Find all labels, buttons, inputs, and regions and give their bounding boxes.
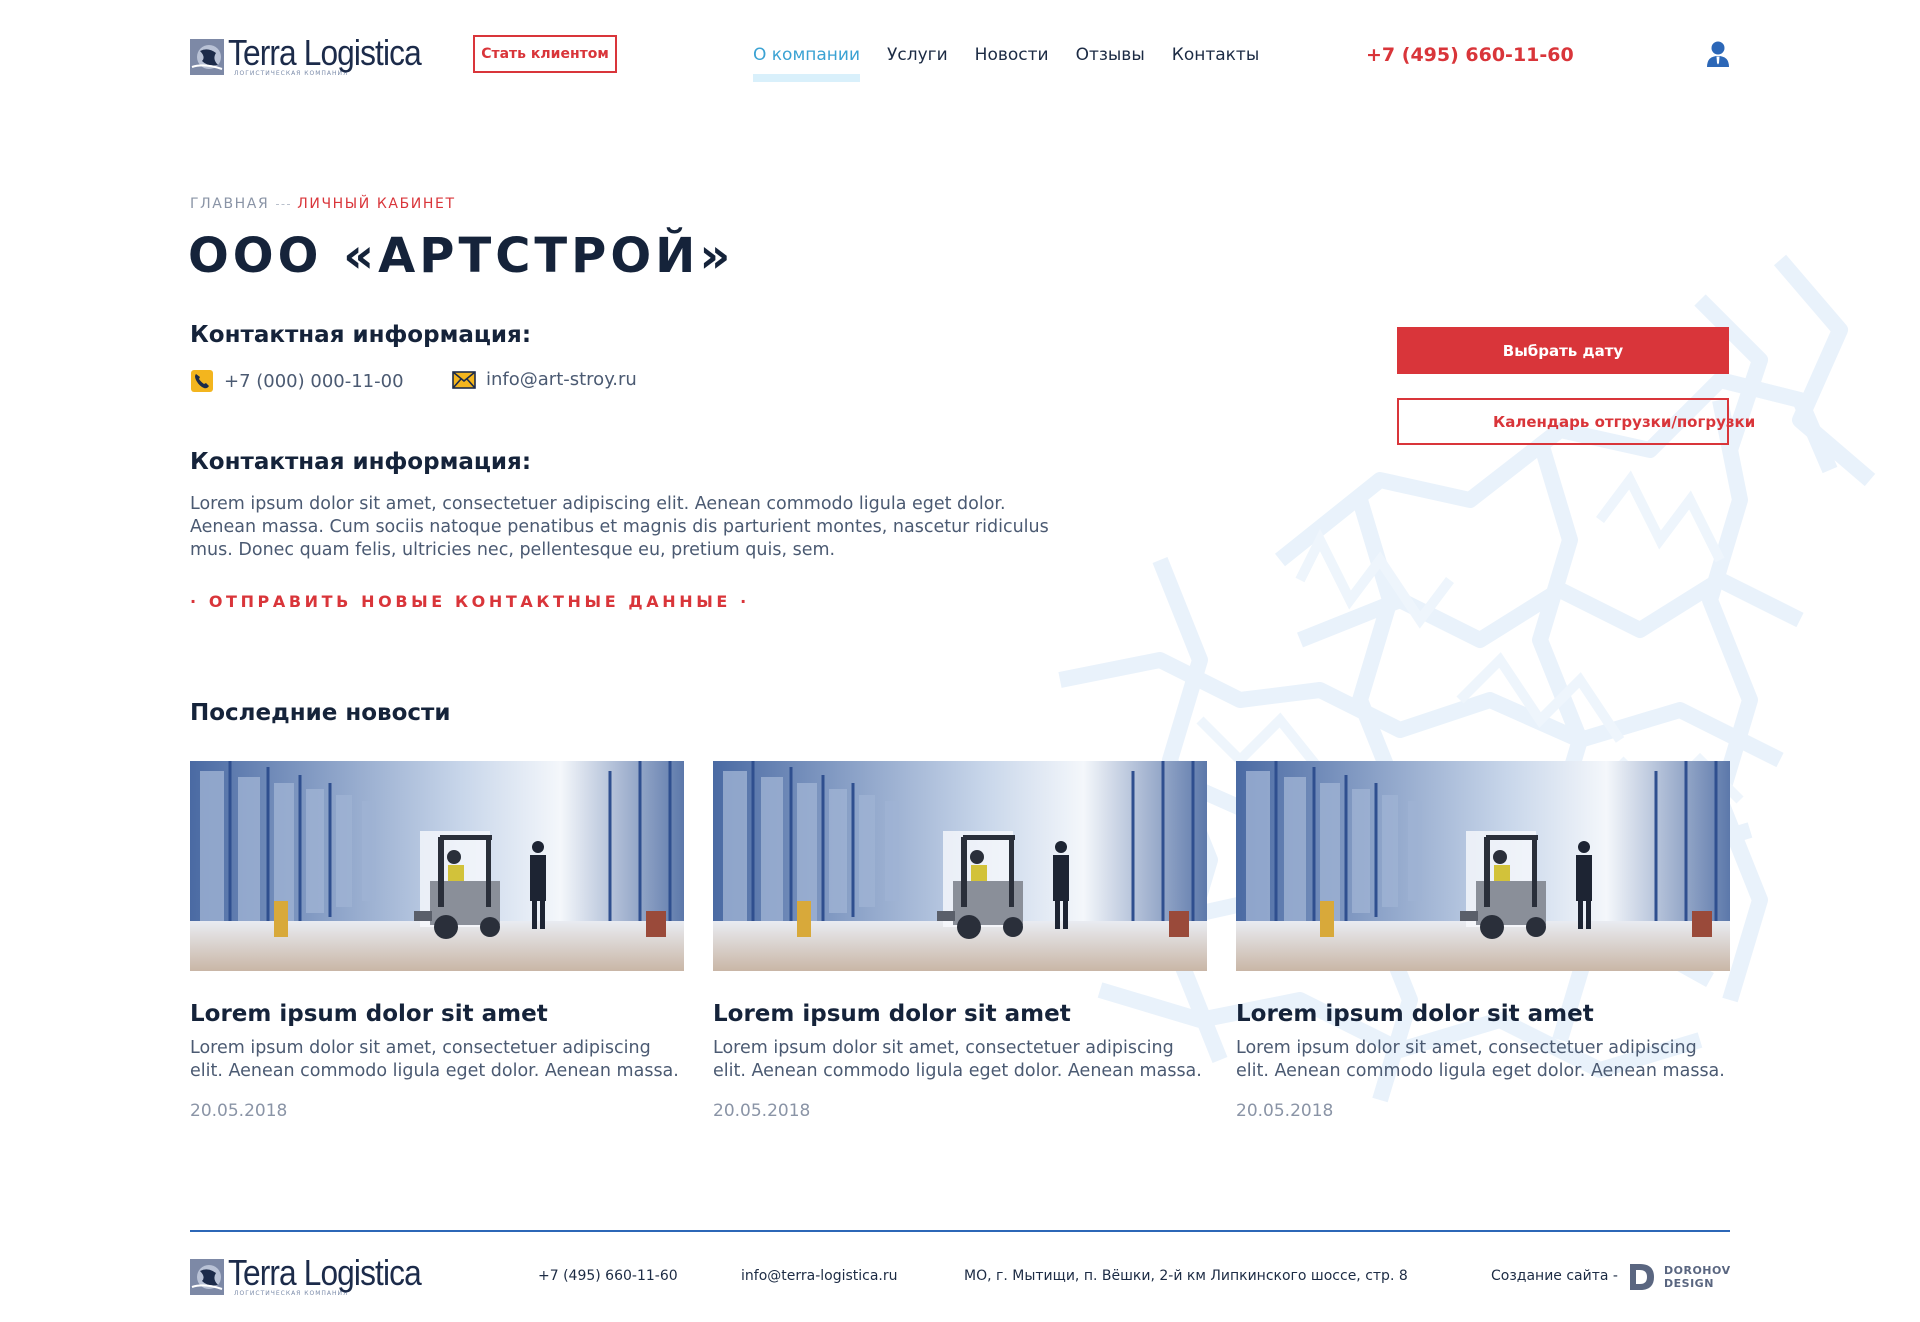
news-card[interactable]: Lorem ipsum dolor sit amet Lorem ipsum d… (1236, 761, 1730, 1121)
news-heading: Последние новости (190, 700, 451, 726)
news-title[interactable]: Lorem ipsum dolor sit amet (713, 1001, 1207, 1027)
news-card[interactable]: Lorem ipsum dolor sit amet Lorem ipsum d… (713, 761, 1207, 1121)
news-text: Lorem ipsum dolor sit amet, consectetuer… (1236, 1038, 1725, 1081)
breadcrumb-current: ЛИЧНЫЙ КАБИНЕТ (297, 196, 456, 212)
logo-name: Terra Logistica (228, 1252, 422, 1293)
nav-item-contacts[interactable]: Контакты (1172, 45, 1260, 65)
footer-address: МО, г. Мытищи, п. Вёшки, 2-й км Липкинск… (964, 1268, 1408, 1284)
news-image (190, 761, 684, 971)
contact-phone: +7 (000) 000-11-00 (190, 369, 404, 393)
nav-item-services[interactable]: Услуги (887, 45, 948, 65)
news-title[interactable]: Lorem ipsum dolor sit amet (1236, 1001, 1730, 1027)
nav-item-news[interactable]: Новости (975, 45, 1049, 65)
page-title: ООО «АРТСТРОЙ» (188, 228, 735, 284)
contacts-heading: Контактная информация: (190, 322, 532, 348)
become-client-button[interactable]: Стать клиентом (473, 35, 617, 73)
phone-icon (191, 370, 213, 392)
news-title[interactable]: Lorem ipsum dolor sit amet (190, 1001, 684, 1027)
news-card[interactable]: Lorem ipsum dolor sit amet Lorem ipsum d… (190, 761, 684, 1121)
news-image (713, 761, 1207, 971)
breadcrumb-separator (276, 203, 291, 205)
breadcrumb-home[interactable]: ГЛАВНАЯ (190, 196, 269, 212)
calendar-button[interactable]: Календарь отгрузки/погрузки (1397, 398, 1755, 445)
about-heading: Контактная информация: (190, 449, 532, 475)
logo-name: Terra Logistica (228, 32, 422, 73)
footer-phone[interactable]: +7 (495) 660-11-60 (538, 1268, 678, 1284)
send-contacts-link[interactable]: · ОТПРАВИТЬ НОВЫЕ КОНТАКТНЫЕ ДАННЫЕ · (190, 592, 750, 611)
studio-name-line2: DESIGN (1664, 1277, 1714, 1290)
news-text: Lorem ipsum dolor sit amet, consectetuer… (190, 1038, 679, 1081)
about-text: Lorem ipsum dolor sit amet, consectetuer… (190, 494, 1049, 560)
news-image (1236, 761, 1730, 971)
breadcrumb: ГЛАВНАЯ ЛИЧНЫЙ КАБИНЕТ (190, 196, 456, 212)
footer-credit: Создание сайта - (1491, 1268, 1618, 1284)
studio-name-line1: DOROHOV (1664, 1264, 1731, 1277)
header-logo[interactable]: Terra Logistica ЛОГИСТИЧЕСКАЯ КОМПАНИЯ (190, 32, 447, 77)
globe-logo-icon (190, 38, 224, 75)
dorohov-design-link[interactable]: DOROHOV DESIGN (1628, 1262, 1731, 1292)
envelope-icon (452, 370, 476, 389)
dorohov-logo-icon (1630, 1264, 1654, 1290)
footer-email[interactable]: info@terra-logistica.ru (741, 1268, 898, 1284)
contact-phone-value: +7 (000) 000-11-00 (224, 370, 404, 392)
nav-item-about[interactable]: О компании (753, 45, 861, 82)
contact-email-value: info@art-stroy.ru (486, 369, 637, 390)
news-date: 20.05.2018 (1236, 1101, 1334, 1121)
news-date: 20.05.2018 (713, 1101, 811, 1121)
globe-logo-icon (190, 1258, 224, 1295)
footer-divider (190, 1230, 1730, 1232)
choose-date-button[interactable]: Выбрать дату (1397, 327, 1729, 374)
footer-logo[interactable]: Terra Logistica ЛОГИСТИЧЕСКАЯ КОМПАНИЯ (190, 1252, 447, 1297)
user-icon[interactable] (1706, 40, 1730, 68)
header-phone[interactable]: +7 (495) 660-11-60 (1366, 44, 1574, 66)
news-text: Lorem ipsum dolor sit amet, consectetuer… (713, 1038, 1202, 1081)
nav-item-reviews[interactable]: Отзывы (1076, 45, 1145, 65)
contact-email[interactable]: info@art-stroy.ru (452, 369, 637, 390)
main-nav: О компании Услуги Новости Отзывы Контакт… (753, 45, 1286, 82)
news-date: 20.05.2018 (190, 1101, 288, 1121)
